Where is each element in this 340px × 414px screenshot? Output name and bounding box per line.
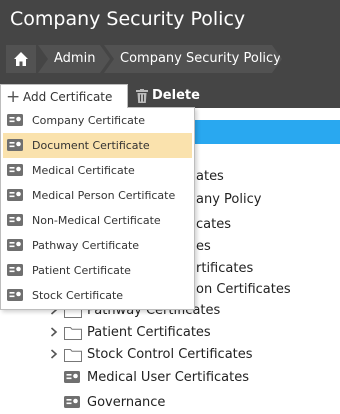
menu-item-stock-certificate[interactable]: Stock Certificate (3, 283, 192, 308)
tree-node-partial[interactable]: any Policy (196, 191, 261, 209)
menu-item-medical-certificate[interactable]: Medical Certificate (3, 158, 192, 183)
menu-item-label: Pathway Certificate (32, 239, 140, 252)
tree-node-partial[interactable]: es (196, 238, 211, 256)
certificate-icon (64, 396, 80, 408)
chevron-right-icon[interactable] (50, 327, 58, 337)
breadcrumb-company-security-policy[interactable]: Company Security Policy (104, 45, 282, 73)
certificate-icon (7, 139, 23, 151)
tree-row-label: Stock Control Certificates (87, 347, 253, 362)
certificate-icon (7, 114, 23, 126)
page-title: Company Security Policy (10, 8, 246, 30)
folder-icon (64, 349, 82, 362)
menu-item-non-medical-certificate[interactable]: Non-Medical Certificate (3, 208, 192, 233)
menu-item-pathway-certificate[interactable]: Pathway Certificate (3, 233, 192, 258)
certificate-icon (7, 264, 23, 276)
plus-icon: + (6, 87, 21, 107)
certificate-icon (7, 239, 23, 251)
menu-item-patient-certificate[interactable]: Patient Certificate (3, 258, 192, 283)
menu-item-company-certificate[interactable]: Company Certificate (3, 108, 192, 133)
menu-item-label: Patient Certificate (32, 264, 131, 277)
menu-item-label: Non-Medical Certificate (32, 214, 161, 227)
trash-icon (136, 89, 148, 103)
add-certificate-menu: Company Certificate Document Certificate… (0, 107, 195, 310)
tree-node-partial[interactable]: ates (196, 168, 224, 186)
home-icon (14, 52, 28, 66)
chevron-right-icon[interactable] (50, 349, 58, 359)
tree-row-label: Medical User Certificates (87, 370, 249, 385)
menu-item-label: Company Certificate (32, 114, 145, 127)
tree-row-medical-user-certificates[interactable]: Medical User Certificates (50, 367, 340, 389)
menu-item-label: Stock Certificate (32, 289, 124, 302)
menu-item-label: Medical Person Certificate (32, 189, 176, 202)
menu-item-medical-person-certificate[interactable]: Medical Person Certificate (3, 183, 192, 208)
add-certificate-label: Add Certificate (23, 90, 113, 104)
certificate-icon (7, 189, 23, 201)
menu-item-document-certificate[interactable]: Document Certificate (3, 133, 192, 158)
add-certificate-button[interactable]: + Add Certificate (0, 84, 128, 108)
app-header: Company Security Policy Admin Company Se… (0, 0, 340, 84)
tree-node-partial[interactable]: cates (196, 216, 231, 234)
menu-item-label: Medical Certificate (32, 164, 135, 177)
certificate-icon (7, 214, 23, 226)
delete-label: Delete (152, 88, 200, 103)
tree-row-governance[interactable]: Governance (50, 392, 340, 414)
tree-selected-row[interactable] (178, 120, 340, 144)
tree-row-stock-control-certificates[interactable]: Stock Control Certificates (50, 344, 340, 366)
tree-row-label: Patient Certificates (87, 325, 211, 340)
tree-row-label: Governance (87, 395, 166, 410)
tree-node-partial[interactable]: rtificates (196, 260, 253, 278)
menu-item-label: Document Certificate (32, 139, 150, 152)
folder-icon (64, 327, 82, 340)
certificate-icon (7, 289, 23, 301)
tree-row-patient-certificates[interactable]: Patient Certificates (50, 322, 340, 344)
certificate-icon (7, 164, 23, 176)
tree-node-partial[interactable]: on Certificates (196, 281, 291, 299)
breadcrumb-admin[interactable]: Admin (38, 45, 110, 73)
certificate-icon (64, 371, 80, 383)
breadcrumb-home[interactable] (6, 45, 36, 73)
